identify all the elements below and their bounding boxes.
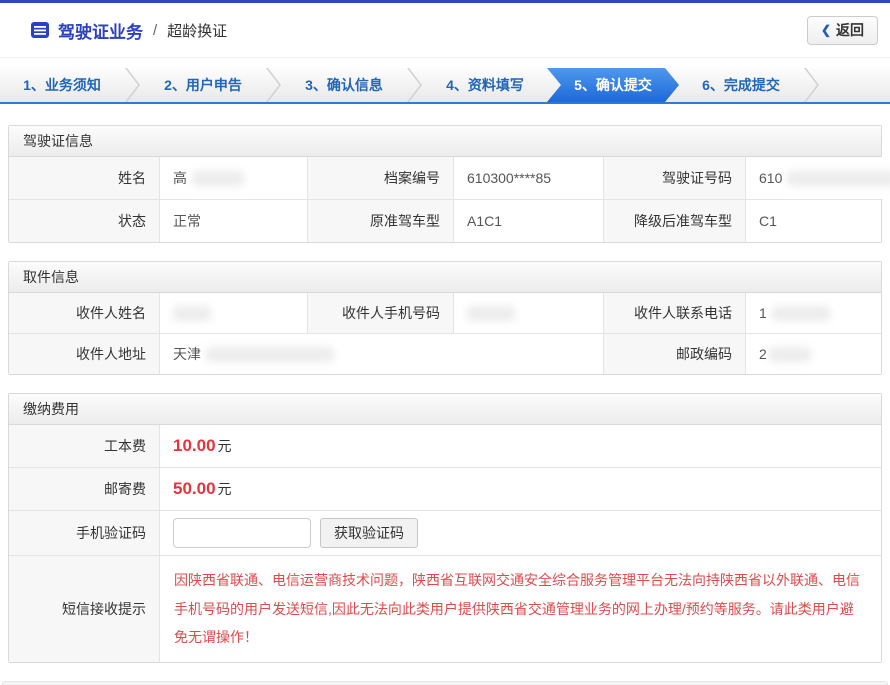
field-value-recipient-phone: 1 [745, 293, 881, 333]
sms-notice-cell: 因陕西省联通、电信运营商技术问题，陕西省互联网交通安全综合服务管理平台无法向持陕… [159, 556, 881, 662]
field-label-postal-code: 邮政编码 [603, 334, 745, 374]
field-label-recipient-address: 收件人地址 [9, 334, 159, 374]
field-value-cost-fee: 10.00 元 [159, 425, 881, 467]
field-label-recipient-mobile: 收件人手机号码 [307, 293, 453, 333]
redacted-value [192, 171, 244, 186]
back-button[interactable]: ❮ 返回 [807, 16, 878, 45]
field-label-license-no: 驾驶证号码 [603, 157, 745, 199]
postage-fee-unit: 元 [218, 479, 232, 499]
table-row: 手机验证码 获取验证码 [9, 510, 881, 555]
field-label-downgrade-class: 降级后准驾车型 [603, 200, 745, 242]
list-form-icon [30, 20, 50, 40]
sms-notice-text: 因陕西省联通、电信运营商技术问题，陕西省互联网交通安全综合服务管理平台无法向持陕… [174, 566, 867, 652]
redacted-value [769, 347, 811, 362]
tab-step-2[interactable]: 2、用户申告 [141, 68, 265, 102]
cost-fee-amount: 10.00 [173, 436, 216, 456]
tab-bar-filler [820, 68, 890, 102]
tab-separator [407, 68, 422, 102]
tab-separator [125, 68, 140, 102]
field-value-recipient-mobile [453, 293, 603, 333]
field-label-orig-class: 原准驾车型 [307, 200, 453, 242]
field-value-status: 正常 [159, 200, 307, 242]
tab-separator [804, 68, 819, 102]
tab-step-4[interactable]: 4、资料填写 [423, 68, 547, 102]
table-row: 状态 正常 原准驾车型 A1C1 降级后准驾车型 C1 [9, 199, 881, 242]
field-value-downgrade-class: C1 [745, 200, 881, 242]
table-row: 姓名 高 档案编号 610300****85 驾驶证号码 610 [9, 157, 881, 199]
redacted-value [206, 347, 334, 362]
page: 驾驶证业务 / 超龄换证 ❮ 返回 1、业务须知 2、用户申告 3、确认信息 4… [0, 0, 890, 685]
sms-code-cell: 获取验证码 [159, 511, 881, 555]
field-label-sms-code: 手机验证码 [9, 511, 159, 555]
field-value-recipient-address: 天津 [159, 334, 603, 374]
field-value-license-no: 610 [745, 157, 890, 199]
field-value-postal-code: 2 [745, 334, 881, 374]
postage-fee-amount: 50.00 [173, 479, 216, 499]
get-sms-code-button[interactable]: 获取验证码 [320, 518, 418, 548]
page-title: 驾驶证业务 [58, 18, 143, 43]
field-label-name: 姓名 [9, 157, 159, 199]
table-row: 收件人姓名 收件人手机号码 收件人联系电话 1 [9, 293, 881, 333]
field-value-postage-fee: 50.00 元 [159, 468, 881, 510]
field-label-postage-fee: 邮寄费 [9, 468, 159, 510]
table-row: 短信接收提示 因陕西省联通、电信运营商技术问题，陕西省互联网交通安全综合服务管理… [9, 555, 881, 662]
sms-code-input[interactable] [173, 518, 311, 548]
tab-step-1[interactable]: 1、业务须知 [0, 68, 124, 102]
table-row: 收件人地址 天津 邮政编码 2 [9, 333, 881, 374]
field-label-sms-notice: 短信接收提示 [9, 556, 159, 662]
page-header: 驾驶证业务 / 超龄换证 ❮ 返回 [0, 3, 890, 58]
section-pickup-info: 取件信息 收件人姓名 收件人手机号码 收件人联系电话 1 收件人地址 天津 邮政… [8, 261, 882, 375]
field-label-recipient-name: 收件人姓名 [9, 293, 159, 333]
field-label-file-no: 档案编号 [307, 157, 453, 199]
tab-step-3[interactable]: 3、确认信息 [282, 68, 406, 102]
redacted-value [467, 306, 515, 321]
redacted-value [787, 171, 890, 186]
back-button-label: 返回 [836, 20, 864, 40]
step-tab-bar: 1、业务须知 2、用户申告 3、确认信息 4、资料填写 5、确认提交 6、完成提… [0, 68, 890, 104]
tab-separator [266, 68, 281, 102]
field-value-name: 高 [159, 157, 307, 199]
section-title-license: 驾驶证信息 [9, 126, 881, 157]
section-title-fees: 缴纳费用 [9, 394, 881, 425]
cost-fee-unit: 元 [218, 436, 232, 456]
field-value-recipient-name [159, 293, 307, 333]
field-value-orig-class: A1C1 [453, 200, 603, 242]
section-license-info: 驾驶证信息 姓名 高 档案编号 610300****85 驾驶证号码 610 状… [8, 125, 882, 243]
section-fees: 缴纳费用 工本费 10.00 元 邮寄费 50.00 元 手机验证码 获取验证码… [8, 393, 882, 663]
section-title-pickup: 取件信息 [9, 262, 881, 293]
table-row: 邮寄费 50.00 元 [9, 467, 881, 510]
redacted-value [173, 306, 211, 321]
table-row: 工本费 10.00 元 [9, 425, 881, 467]
tab-step-5-active[interactable]: 5、确认提交 [547, 68, 679, 102]
breadcrumb-current: 超龄换证 [167, 20, 227, 41]
footer-action-bar: 上一步 完成 [2, 681, 888, 685]
breadcrumb-separator: / [153, 22, 157, 39]
redacted-value [772, 306, 830, 321]
back-chevron-icon: ❮ [821, 23, 831, 37]
field-label-status: 状态 [9, 200, 159, 242]
field-label-recipient-phone: 收件人联系电话 [603, 293, 745, 333]
field-value-file-no: 610300****85 [453, 157, 603, 199]
breadcrumb: 驾驶证业务 / 超龄换证 [30, 18, 227, 43]
field-label-cost-fee: 工本费 [9, 425, 159, 467]
tab-step-6[interactable]: 6、完成提交 [679, 68, 803, 102]
